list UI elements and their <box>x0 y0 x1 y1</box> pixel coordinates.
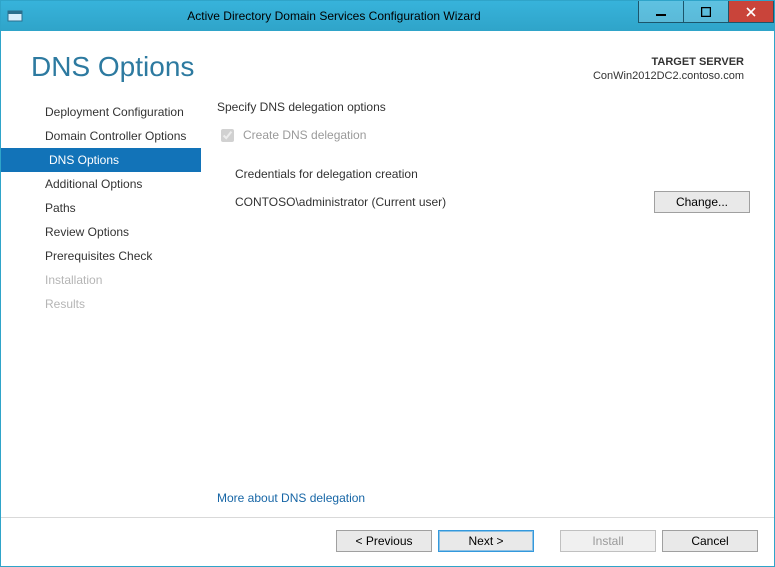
window-title: Active Directory Domain Services Configu… <box>29 9 639 23</box>
credentials-user: CONTOSO\administrator (Current user) <box>235 195 642 209</box>
wizard-body: DNS Options TARGET SERVER ConWin2012DC2.… <box>1 31 774 566</box>
sidebar-item-review-options[interactable]: Review Options <box>1 220 201 244</box>
close-button[interactable] <box>728 1 774 23</box>
target-server-value: ConWin2012DC2.contoso.com <box>593 69 744 83</box>
header-row: DNS Options TARGET SERVER ConWin2012DC2.… <box>1 31 774 94</box>
page-title: DNS Options <box>31 51 593 83</box>
wizard-window: Active Directory Domain Services Configu… <box>0 0 775 567</box>
sidebar-item-dns-options[interactable]: DNS Options <box>1 148 201 172</box>
content-pane: Specify DNS delegation options Create DN… <box>201 94 758 517</box>
mid-area: Deployment Configuration Domain Controll… <box>1 94 774 517</box>
titlebar[interactable]: Active Directory Domain Services Configu… <box>1 1 774 31</box>
maximize-button[interactable] <box>683 1 729 23</box>
footer: < Previous Next > Install Cancel <box>1 517 774 566</box>
install-button: Install <box>560 530 656 552</box>
target-server-label: TARGET SERVER <box>593 55 744 69</box>
sidebar-item-paths[interactable]: Paths <box>1 196 201 220</box>
sidebar-item-results: Results <box>1 292 201 316</box>
previous-button[interactable]: < Previous <box>336 530 432 552</box>
create-dns-delegation-label: Create DNS delegation <box>243 128 366 142</box>
app-icon <box>1 8 29 24</box>
sidebar-item-prerequisites-check[interactable]: Prerequisites Check <box>1 244 201 268</box>
sidebar-item-installation: Installation <box>1 268 201 292</box>
sidebar: Deployment Configuration Domain Controll… <box>1 94 201 517</box>
section-title: Specify DNS delegation options <box>217 100 754 114</box>
next-button[interactable]: Next > <box>438 530 534 552</box>
target-server-block: TARGET SERVER ConWin2012DC2.contoso.com <box>593 51 744 84</box>
credentials-heading: Credentials for delegation creation <box>235 167 754 181</box>
sidebar-item-additional-options[interactable]: Additional Options <box>1 172 201 196</box>
credentials-row: CONTOSO\administrator (Current user) Cha… <box>235 191 754 213</box>
more-about-dns-delegation-link[interactable]: More about DNS delegation <box>217 477 754 517</box>
sidebar-item-deployment-configuration[interactable]: Deployment Configuration <box>1 100 201 124</box>
window-controls <box>639 1 774 31</box>
create-dns-delegation-checkbox-row: Create DNS delegation <box>217 126 754 145</box>
credentials-block: Credentials for delegation creation CONT… <box>217 167 754 213</box>
create-dns-delegation-checkbox <box>221 129 234 142</box>
cancel-button[interactable]: Cancel <box>662 530 758 552</box>
change-credentials-button[interactable]: Change... <box>654 191 750 213</box>
minimize-button[interactable] <box>638 1 684 23</box>
sidebar-item-domain-controller-options[interactable]: Domain Controller Options <box>1 124 201 148</box>
